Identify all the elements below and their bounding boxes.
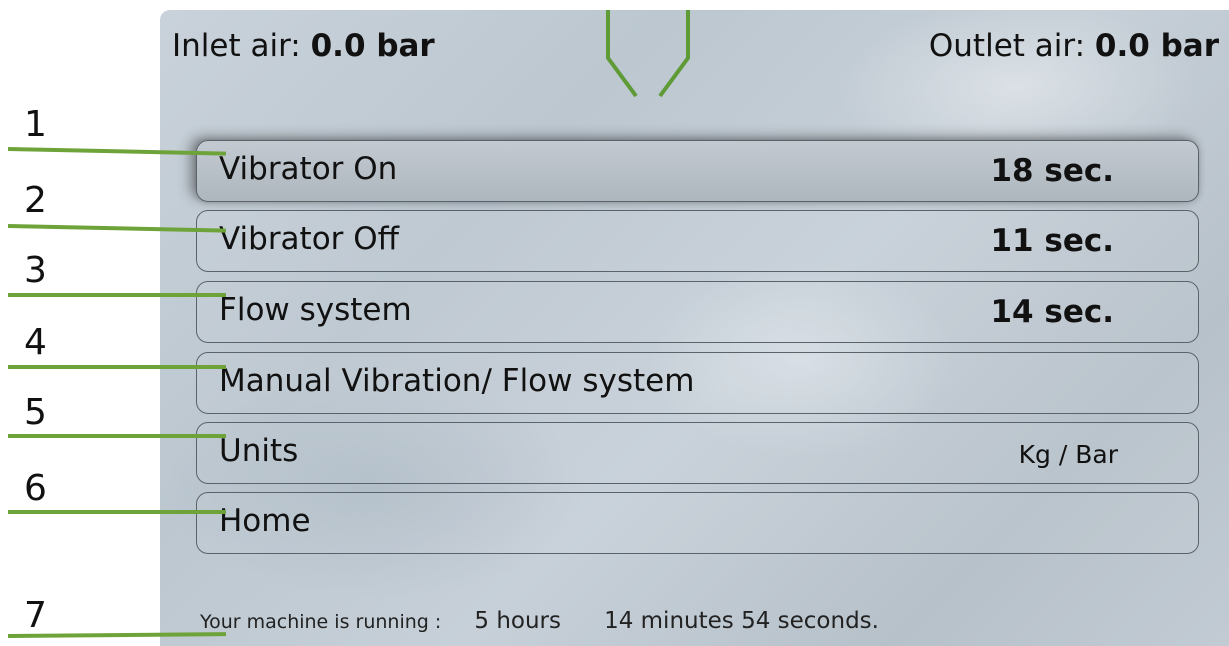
inlet-air-value: 0.0 bar (310, 28, 435, 64)
menu-item-label: Vibrator On (219, 151, 398, 187)
runtime-hours: 5 hours (474, 608, 561, 634)
outlet-air-readout: Outlet air: 0.0 bar (929, 28, 1219, 64)
callout-line (8, 434, 226, 438)
menu-item-label: Manual Vibration/ Flow system (219, 363, 695, 399)
callout-number: 7 (24, 595, 47, 636)
menu-item-flow-system[interactable]: Flow system 14 sec. (196, 281, 1199, 343)
runtime-status-label: Your machine is running : (200, 611, 442, 633)
machine-screen-panel: Inlet air: 0.0 bar Outlet air: 0.0 bar V… (160, 10, 1229, 646)
runtime-minutes-seconds: 14 minutes 54 seconds. (604, 608, 879, 634)
menu-item-units[interactable]: Units Kg / Bar (196, 422, 1199, 484)
valve-icon (606, 10, 690, 98)
menu-item-home[interactable]: Home (196, 492, 1199, 554)
callout-line (8, 293, 226, 297)
callout-line (8, 365, 226, 369)
callout-number: 4 (24, 322, 47, 363)
menu-item-manual-vibration[interactable]: Manual Vibration/ Flow system (196, 352, 1199, 414)
callout-number: 1 (24, 104, 47, 145)
menu-item-value: 18 sec. (990, 153, 1114, 189)
inlet-air-label: Inlet air: (172, 28, 301, 64)
callout-number: 3 (24, 250, 47, 291)
menu-item-label: Units (219, 433, 299, 469)
runtime-status: Your machine is running : 5 hours 14 min… (200, 608, 879, 634)
callout-number: 6 (24, 468, 47, 509)
menu-item-vibrator-on[interactable]: Vibrator On 18 sec. (196, 140, 1199, 202)
menu-item-vibrator-off[interactable]: Vibrator Off 11 sec. (196, 210, 1199, 272)
inlet-air-readout: Inlet air: 0.0 bar (172, 28, 435, 64)
menu-item-label: Vibrator Off (219, 221, 400, 257)
menu-item-label: Home (219, 503, 311, 539)
outlet-air-label: Outlet air: (928, 28, 1086, 64)
callout-number: 5 (24, 392, 47, 433)
callout-line (8, 510, 226, 514)
menu-item-label: Flow system (219, 292, 412, 328)
menu-item-value: Kg / Bar (1018, 440, 1118, 469)
callout-number: 2 (24, 180, 47, 221)
menu-item-value: 11 sec. (990, 223, 1114, 259)
outlet-air-value: 0.0 bar (1094, 28, 1219, 64)
menu-item-value: 14 sec. (990, 294, 1114, 330)
